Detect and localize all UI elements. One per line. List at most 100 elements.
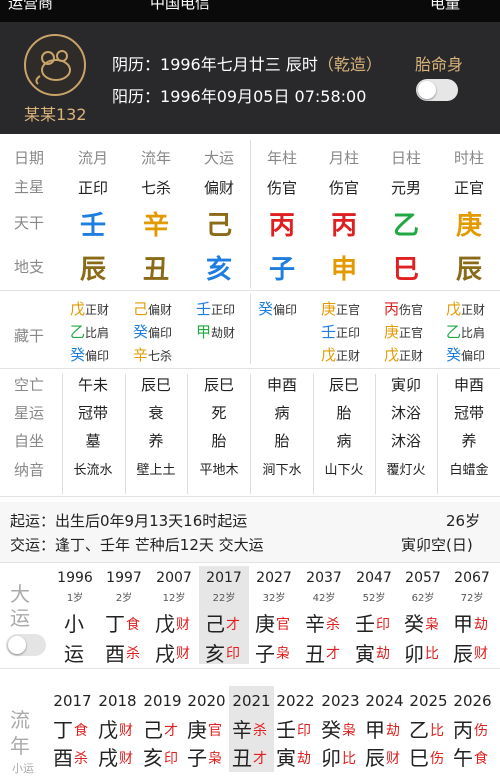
dayun-age: 52岁 — [362, 593, 386, 604]
dayun-column[interactable]: 1996 1岁小运 — [50, 566, 100, 666]
dizhi-char[interactable]: 亥 — [189, 249, 249, 286]
liunian-shishen: 印 — [164, 751, 178, 767]
solar-date-line: 阳历：1996年09月05日 07:58:00 — [112, 83, 366, 107]
canggan-stem: 癸 — [133, 323, 149, 341]
dayun-branch: 辰 — [453, 642, 473, 666]
xiaoyun-label: 小运 — [12, 762, 34, 775]
canggan-shishen: 伤官 — [399, 303, 424, 317]
canggan-stem: 庚 — [321, 300, 337, 318]
tiangan-char[interactable]: 辛 — [126, 205, 186, 242]
dizhi-char[interactable]: 辰 — [439, 249, 499, 286]
liunian-branch: 亥 — [143, 746, 163, 770]
liunian-column[interactable]: 2024 甲劫辰财 — [362, 686, 407, 772]
dayun-stem: 小 — [64, 612, 84, 636]
avatar-rat-icon[interactable] — [24, 34, 86, 96]
tiangan-char[interactable]: 庚 — [439, 205, 499, 242]
row-label: 主星 — [14, 178, 45, 196]
canggan-label: 藏干 — [14, 327, 45, 345]
extra-row-label: 空亡 — [14, 376, 45, 394]
canggan-shishen: 劫财 — [211, 326, 236, 340]
taiming-label: 胎命身 — [415, 55, 464, 74]
canggan-stem: 戊 — [70, 300, 86, 318]
tiangan-char[interactable]: 丙 — [314, 205, 374, 242]
main-star: 元男 — [390, 179, 421, 197]
liunian-stem: 辛 — [232, 718, 252, 742]
liunian-column[interactable]: 2026 丙伤午食 — [450, 686, 495, 772]
dayun-column[interactable]: 2017 22岁己才亥印 — [199, 566, 249, 666]
canggan-item: 戊正财 — [384, 344, 423, 365]
main-star: 伤官 — [328, 179, 359, 197]
canggan-shishen: 正财 — [399, 349, 424, 363]
liunian-year: 2020 — [187, 692, 226, 710]
pillar-header: 流年 — [140, 149, 171, 167]
dayun-column[interactable]: 2027 32岁庚官子枭 — [249, 566, 299, 666]
extra-row-label: 纳音 — [14, 461, 45, 479]
liunian-column[interactable]: 2025 乙比巳伤 — [406, 686, 451, 772]
liunian-shishen: 财 — [119, 751, 133, 767]
dayun-shishen: 劫 — [376, 646, 390, 662]
dizhi-char[interactable]: 丑 — [126, 249, 186, 286]
dayun-branch: 戌 — [155, 642, 175, 666]
nayin-cell: 覆灯火 — [386, 463, 426, 478]
liunian-column[interactable]: 2023 癸枭卯比 — [318, 686, 363, 772]
canggan-shishen: 比肩 — [85, 326, 110, 340]
dayun-column[interactable]: 2037 42岁辛杀丑才 — [299, 566, 349, 666]
dayun-column[interactable]: 2067 72岁甲劫辰财 — [447, 566, 497, 666]
liunian-column[interactable]: 2020 庚官子枭 — [184, 686, 229, 772]
dizhi-char[interactable]: 巳 — [376, 249, 436, 286]
dayun-column[interactable]: 2047 52岁壬印寅劫 — [349, 566, 399, 666]
tiangan-char[interactable]: 壬 — [63, 205, 123, 242]
liunian-branch: 酉 — [53, 746, 73, 770]
main-star: 七杀 — [140, 179, 171, 197]
liunian-shishen: 才 — [164, 723, 178, 739]
xingyun-cell: 病 — [274, 404, 290, 422]
canggan-item: 戊正财 — [70, 298, 109, 319]
tiangan-char[interactable]: 丙 — [252, 205, 312, 242]
dayun-branch: 酉 — [105, 642, 125, 666]
canggan-shishen: 七杀 — [148, 349, 173, 363]
canggan-stem: 壬 — [196, 300, 212, 318]
tiangan-char[interactable]: 乙 — [376, 205, 436, 242]
taiming-toggle[interactable] — [416, 79, 458, 101]
tiangan-char[interactable]: 己 — [189, 205, 249, 242]
liunian-shishen: 才 — [253, 751, 267, 767]
canggan-shishen: 正印 — [336, 326, 361, 340]
liunian-column[interactable]: 2022 壬印寅劫 — [273, 686, 318, 772]
dizhi-char[interactable]: 子 — [252, 249, 312, 286]
canggan-item: 乙比肩 — [70, 321, 109, 342]
liunian-column[interactable]: 2018 戊财戌财 — [95, 686, 140, 772]
toggle-knob — [8, 636, 26, 654]
liunian-year: 2021 — [232, 692, 271, 710]
liunian-shishen: 食 — [74, 723, 88, 739]
canggan-item: 庚正官 — [384, 321, 423, 342]
canggan-stem: 乙 — [70, 323, 86, 341]
canggan-item: 戊正财 — [446, 298, 485, 319]
zizuo-cell: 病 — [336, 432, 352, 450]
liunian-column[interactable]: 2019 己才亥印 — [140, 686, 185, 772]
canggan-shishen: 偏财 — [148, 303, 173, 317]
divider — [437, 374, 438, 494]
dizhi-char[interactable]: 申 — [314, 249, 374, 286]
dizhi-char[interactable]: 辰 — [63, 249, 123, 286]
liunian-shishen: 印 — [297, 723, 311, 739]
liunian-column[interactable]: 2017 丁食酉杀 — [50, 686, 95, 772]
liunian-column[interactable]: 2021 辛杀丑才 — [229, 686, 274, 772]
canggan-shishen: 正印 — [211, 303, 236, 317]
dayun-column[interactable]: 2057 62岁癸枭卯比 — [398, 566, 448, 666]
zizuo-cell: 养 — [148, 432, 164, 450]
xingyun-cell: 冠带 — [453, 404, 484, 422]
main-star: 偏财 — [203, 179, 234, 197]
kongwang-cell: 申酉 — [453, 376, 484, 394]
divider — [62, 374, 63, 494]
dayun-stem: 己 — [205, 612, 225, 636]
kongwang-cell: 申酉 — [266, 376, 297, 394]
dayun-column[interactable]: 1997 2岁丁食酉杀 — [99, 566, 149, 666]
pillar-header: 流月 — [77, 149, 108, 167]
canggan-item: 壬正印 — [321, 321, 360, 342]
dayun-toggle[interactable] — [6, 634, 46, 656]
main-star: 正官 — [453, 179, 484, 197]
row-label: 天干 — [14, 214, 45, 232]
dayun-column[interactable]: 2007 12岁戊财戌财 — [149, 566, 199, 666]
solar-date: 1996年09月05日 07:58:00 — [160, 87, 367, 106]
canggan-shishen: 正官 — [399, 326, 424, 340]
